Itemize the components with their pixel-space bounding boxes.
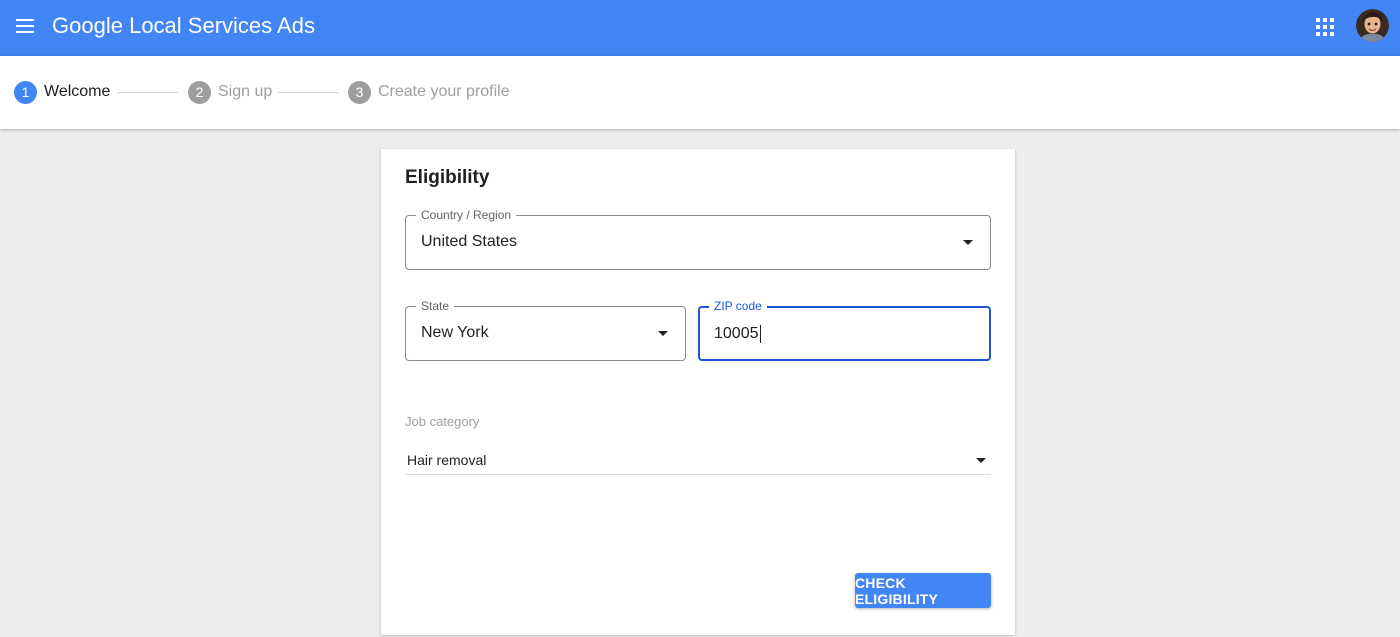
- card-title: Eligibility: [405, 167, 490, 188]
- step-create-profile[interactable]: 3 Create your profile: [348, 80, 510, 104]
- step-number-badge: 3: [348, 80, 371, 104]
- app-title: Google Local Services Ads: [52, 13, 315, 39]
- dropdown-arrow-icon: [976, 458, 986, 463]
- text-cursor: [760, 325, 761, 343]
- dropdown-arrow-icon: [658, 331, 668, 336]
- step-label: Welcome: [44, 83, 111, 100]
- job-category-select[interactable]: Hair removal: [405, 447, 991, 475]
- step-label: Sign up: [218, 83, 273, 100]
- zip-code-value: 10005: [714, 325, 759, 342]
- eligibility-card: Eligibility Country / Region United Stat…: [381, 149, 1015, 635]
- step-number-badge: 2: [188, 80, 211, 104]
- check-eligibility-button[interactable]: CHECK ELIGIBILITY: [855, 573, 991, 608]
- apps-grid-icon[interactable]: [1314, 16, 1336, 38]
- country-region-value: United States: [421, 233, 518, 250]
- brand-google: Google: [52, 13, 123, 38]
- step-connector: [278, 92, 339, 93]
- state-value: New York: [421, 324, 489, 341]
- app-bar: Google Local Services Ads: [0, 0, 1400, 56]
- step-number-badge: 1: [14, 80, 37, 104]
- zip-code-input[interactable]: ZIP code 10005: [698, 299, 991, 361]
- country-region-select[interactable]: Country / Region United States: [405, 208, 991, 270]
- brand-product: Local Services Ads: [129, 13, 315, 38]
- job-category-label: Job category: [405, 414, 480, 429]
- hamburger-menu-icon[interactable]: [14, 16, 36, 36]
- step-sign-up[interactable]: 2 Sign up: [188, 80, 272, 104]
- step-welcome[interactable]: 1 Welcome: [14, 80, 110, 104]
- state-label: State: [416, 299, 455, 313]
- country-region-label: Country / Region: [416, 208, 517, 222]
- state-select[interactable]: State New York: [405, 299, 686, 361]
- step-connector: [117, 92, 178, 93]
- zip-code-label: ZIP code: [709, 299, 767, 313]
- dropdown-arrow-icon: [963, 240, 973, 245]
- user-avatar[interactable]: [1356, 9, 1389, 42]
- job-category-value: Hair removal: [407, 452, 487, 468]
- step-label: Create your profile: [378, 83, 510, 100]
